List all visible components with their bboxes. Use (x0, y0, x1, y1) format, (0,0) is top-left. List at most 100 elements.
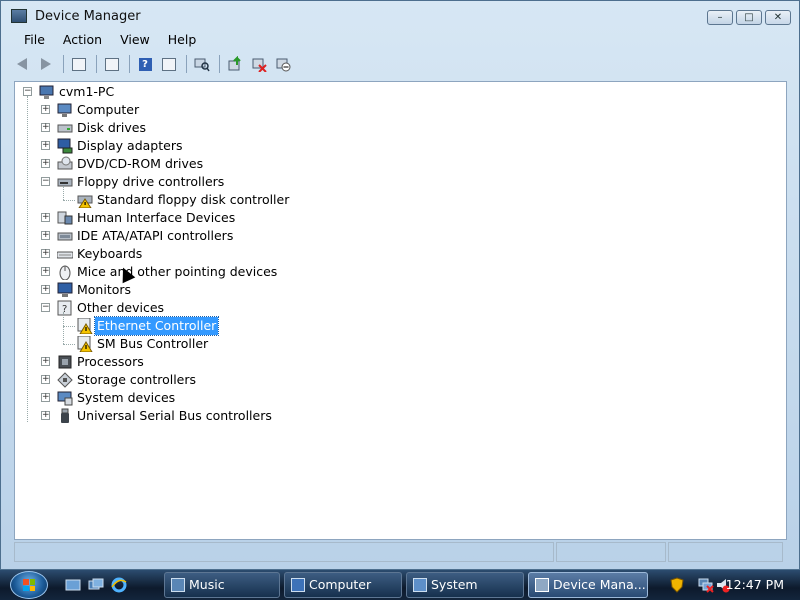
expand-icon[interactable]: + (41, 123, 50, 132)
taskbar-item-device-manager[interactable]: Device Mana... (528, 572, 648, 598)
expand-icon[interactable]: + (41, 231, 50, 240)
help-button[interactable]: ? (134, 54, 156, 74)
device-manager-app-icon (11, 9, 27, 23)
taskbar: Music Computer System Device Mana... 12:… (0, 570, 800, 600)
category-label: IDE ATA/ATAPI controllers (77, 228, 234, 243)
disk-drive-icon (57, 124, 73, 133)
tree-guide (63, 200, 75, 201)
maximize-icon: □ (744, 11, 754, 23)
collapse-icon[interactable]: − (41, 177, 50, 186)
toolbar: ? (11, 52, 791, 76)
internet-explorer-icon[interactable] (111, 577, 127, 593)
close-button[interactable]: ✕ (765, 10, 791, 25)
music-folder-icon (171, 578, 185, 592)
ide-controller-icon (57, 232, 73, 241)
scan-hardware-button[interactable] (191, 54, 213, 74)
expand-icon[interactable]: + (41, 375, 50, 384)
expand-icon[interactable]: + (41, 213, 50, 222)
taskbar-item-system[interactable]: System (406, 572, 524, 598)
tree-guide (63, 312, 64, 344)
tree-guide (63, 344, 75, 345)
root-label: cvm1-PC (59, 84, 115, 99)
taskbar-item-label: Music (189, 577, 225, 592)
device-manager-window: Device Manager – □ ✕ File Action View He… (0, 0, 800, 570)
expand-icon[interactable]: + (41, 267, 50, 276)
taskbar-item-label: System (431, 577, 478, 592)
category-label: Monitors (77, 282, 132, 297)
show-desktop-icon[interactable] (65, 577, 81, 593)
collapse-icon[interactable]: − (23, 87, 32, 96)
forward-button[interactable] (35, 54, 57, 74)
category-label: System devices (77, 390, 176, 405)
tree-guide (27, 96, 28, 422)
expand-icon[interactable]: + (41, 285, 50, 294)
device-tree[interactable]: − cvm1-PC + Computer + Disk drives + Dis… (14, 81, 787, 540)
category-label: Computer (77, 102, 140, 117)
collapse-icon[interactable]: − (41, 303, 50, 312)
update-driver-icon (228, 56, 241, 71)
security-shield-icon[interactable] (670, 577, 684, 593)
action-pane-button[interactable] (158, 54, 180, 74)
storage-controller-icon (57, 372, 73, 388)
update-driver-button[interactable] (224, 54, 246, 74)
tree-guide (63, 186, 64, 200)
toolbar-separator (219, 55, 220, 73)
category-label: Disk drives (77, 120, 146, 135)
forward-icon (41, 58, 51, 70)
expand-icon[interactable]: + (41, 105, 50, 114)
menu-action[interactable]: Action (54, 31, 111, 49)
unknown-device-warning-icon (77, 318, 93, 334)
scan-hardware-icon (194, 58, 210, 72)
status-pane-tertiary (668, 542, 783, 562)
display-adapter-icon (57, 138, 73, 154)
monitor-icon (57, 282, 73, 297)
back-button[interactable] (11, 54, 33, 74)
usb-icon (61, 408, 69, 423)
show-hide-console-tree-button[interactable] (68, 54, 90, 74)
system-device-icon (57, 391, 73, 406)
expand-icon[interactable]: + (41, 411, 50, 420)
expand-icon[interactable]: + (41, 393, 50, 402)
switch-windows-icon[interactable] (88, 577, 104, 593)
maximize-button[interactable]: □ (736, 10, 762, 25)
properties-button[interactable] (101, 54, 123, 74)
menu-bar: File Action View Help (15, 31, 205, 49)
floppy-controller-icon (57, 178, 73, 187)
expand-icon[interactable]: + (41, 141, 50, 150)
category-label: Universal Serial Bus controllers (77, 408, 272, 423)
category-label: Other devices (77, 300, 165, 315)
category-label: Keyboards (77, 246, 143, 261)
system-icon (413, 578, 427, 592)
windows-logo-icon (23, 579, 35, 591)
category-label: Processors (77, 354, 144, 369)
unknown-device-icon: ? (57, 300, 72, 316)
minimize-icon: – (717, 11, 723, 23)
category-label: Mice and other pointing devices (77, 264, 278, 279)
taskbar-item-music[interactable]: Music (164, 572, 280, 598)
menu-help[interactable]: Help (159, 31, 206, 49)
category-label: DVD/CD-ROM drives (77, 156, 204, 171)
expand-icon[interactable]: + (41, 159, 50, 168)
back-icon (17, 58, 27, 70)
status-pane-secondary (556, 542, 666, 562)
system-tray: 12:47 PM (670, 570, 800, 600)
taskbar-item-label: Device Mana... (553, 577, 646, 592)
help-icon: ? (138, 57, 152, 71)
tree-guide (63, 326, 75, 327)
device-label: Standard floppy disk controller (97, 192, 290, 207)
taskbar-item-computer[interactable]: Computer (284, 572, 402, 598)
network-disconnected-icon[interactable] (698, 577, 714, 593)
expand-icon[interactable]: + (41, 249, 50, 258)
menu-view[interactable]: View (111, 31, 159, 49)
uninstall-button[interactable] (248, 54, 270, 74)
menu-file[interactable]: File (15, 31, 54, 49)
category-label: Human Interface Devices (77, 210, 236, 225)
minimize-button[interactable]: – (707, 10, 733, 25)
computer-icon (57, 103, 72, 117)
clock[interactable]: 12:47 PM (726, 577, 784, 592)
disable-button[interactable] (272, 54, 294, 74)
mouse-icon (59, 265, 71, 280)
expand-icon[interactable]: + (41, 357, 50, 366)
start-button[interactable] (10, 571, 48, 599)
title-bar[interactable]: Device Manager – □ ✕ (1, 1, 799, 31)
